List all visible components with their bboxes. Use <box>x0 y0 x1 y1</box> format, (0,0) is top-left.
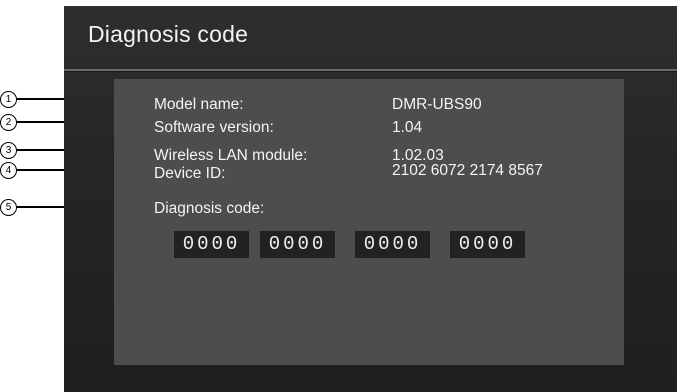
diagnosis-screen: Diagnosis code Model name: DMR-UBS90 Sof… <box>64 6 677 392</box>
device-id-label: Device ID: <box>154 165 226 182</box>
wireless-lan-label: Wireless LAN module: <box>154 147 308 164</box>
diagnosis-code-label: Diagnosis code: <box>154 200 265 217</box>
diagnosis-code-segment-4: 0000 <box>450 231 525 258</box>
title-divider-shadow <box>64 71 677 72</box>
callout-number: 5 <box>0 199 17 216</box>
device-id-value: 2102 6072 2174 8567 <box>392 162 543 179</box>
model-name-value: DMR-UBS90 <box>392 96 482 113</box>
software-version-label: Software version: <box>154 119 274 136</box>
page-title: Diagnosis code <box>88 21 249 47</box>
diagnosis-code-segment-1: 0000 <box>174 231 249 258</box>
diagnosis-code-segment-3: 0000 <box>355 231 430 258</box>
callout-number: 1 <box>0 91 17 108</box>
model-name-label: Model name: <box>154 96 244 113</box>
diagnosis-code-segment-2: 0000 <box>260 231 335 258</box>
software-version-value: 1.04 <box>392 119 423 136</box>
figure: 1 2 3 4 5 Diagnosis code Model name: DMR… <box>0 0 677 392</box>
info-panel: Model name: DMR-UBS90 Software version: … <box>114 79 624 365</box>
callout-number: 3 <box>0 142 17 159</box>
callout-number: 2 <box>0 114 17 131</box>
callout-number: 4 <box>0 162 17 179</box>
